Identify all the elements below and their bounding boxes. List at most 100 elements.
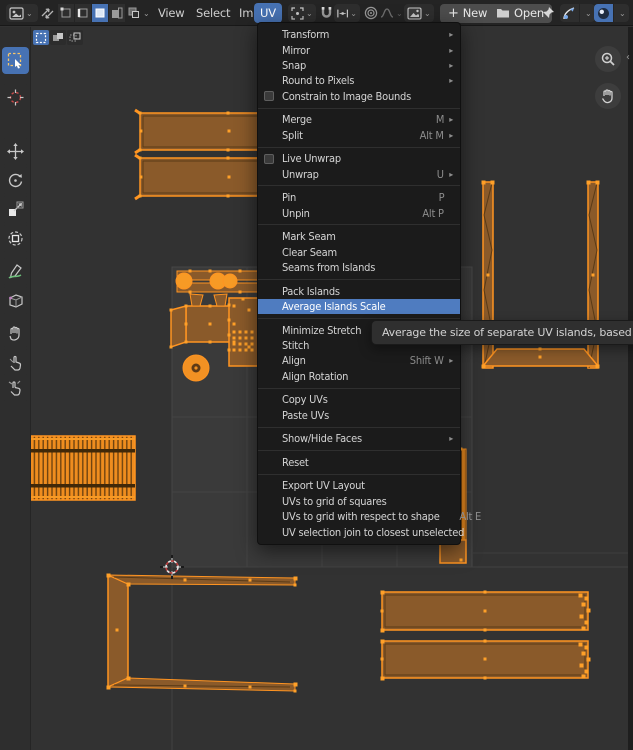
editor-type-button[interactable]: ⌄: [6, 4, 38, 22]
rotate-icon: [7, 172, 24, 189]
chevron-down-icon: ⌄: [306, 9, 313, 18]
move-tool[interactable]: [2, 138, 29, 165]
island-mode-button[interactable]: [109, 4, 125, 22]
transform-icon: [7, 230, 24, 247]
chevron-down-icon: ⌄: [396, 9, 403, 18]
proportional-icon: [364, 6, 378, 20]
pin-icon: [541, 6, 555, 20]
uv-island-striped-block[interactable]: [18, 436, 135, 500]
sync-selection-button[interactable]: [40, 3, 55, 23]
cursor-icon: [7, 89, 24, 106]
menu-item-pack-islands[interactable]: Pack Islands: [258, 283, 460, 298]
falloff-curve-icon: [380, 6, 394, 20]
grab-tool[interactable]: [2, 320, 29, 347]
uv-island-top-rect-2[interactable]: [135, 155, 268, 199]
tooltip: Average the size of separate UV islands,…: [371, 320, 633, 345]
menu-item-merge[interactable]: Merge M▸: [258, 112, 460, 127]
select-mode-new-button[interactable]: [33, 30, 49, 45]
menu-item-uv-selection-join-to-closest-unselected[interactable]: UV selection join to closest unselected: [258, 524, 460, 539]
relax-tool[interactable]: [2, 349, 29, 376]
snap-target-button[interactable]: ⌄: [334, 4, 360, 22]
menu-item-copy-uvs[interactable]: Copy UVs: [258, 392, 460, 407]
snap-target-icon: [337, 7, 348, 20]
vertex-mode-button[interactable]: [58, 4, 74, 22]
annotate-tool[interactable]: [2, 258, 29, 285]
pan-hand-icon: [600, 88, 616, 104]
menu-item-show-hide-faces[interactable]: Show/Hide Faces ▸: [258, 431, 460, 446]
select-mode-subtract-button[interactable]: [67, 30, 83, 45]
pin-image-button[interactable]: [541, 3, 555, 23]
menu-item-uvs-to-grid-of-squares[interactable]: UVs to grid of squares: [258, 494, 460, 509]
new-image-button[interactable]: + New: [440, 4, 495, 23]
edge-mode-button[interactable]: [75, 4, 91, 22]
render-slot-button[interactable]: ⌄: [560, 3, 595, 23]
rip-region-icon: [7, 292, 24, 309]
menu-item-paste-uvs[interactable]: Paste UVs: [258, 408, 460, 423]
menu-item-seams-from-islands[interactable]: Seams from Islands: [258, 260, 460, 275]
sticky-select-button[interactable]: ⌄: [127, 3, 150, 23]
scale-tool[interactable]: [2, 196, 29, 223]
cursor-tool[interactable]: [2, 84, 29, 111]
menu-item-clear-seam[interactable]: Clear Seam: [258, 244, 460, 259]
face-mode-button[interactable]: [92, 4, 108, 22]
edge-mode-icon: [77, 7, 89, 19]
menu-item-mirror[interactable]: Mirror ▸: [258, 42, 460, 57]
menu-separator: [258, 279, 460, 280]
zoom-gizmo[interactable]: [595, 46, 621, 72]
folder-icon: [496, 7, 510, 19]
menu-item-unpin[interactable]: Unpin Alt P: [258, 205, 460, 220]
chevron-down-icon: ⌄: [619, 9, 626, 18]
region-collapse-arrow[interactable]: ‹: [626, 52, 630, 63]
pinch-tool[interactable]: [2, 374, 29, 401]
chevron-down-icon: ⌄: [143, 9, 150, 18]
sticky-select-icon: [127, 6, 141, 20]
menu-item-unwrap[interactable]: Unwrap U▸: [258, 167, 460, 182]
transform-tool[interactable]: [2, 225, 29, 252]
menu-item-round-to-pixels[interactable]: Round to Pixels ▸: [258, 73, 460, 88]
select-subtract-icon: [69, 32, 81, 44]
pan-gizmo[interactable]: [595, 83, 621, 109]
pivot-point-button[interactable]: ⌄: [288, 4, 316, 22]
proportional-edit-button[interactable]: [364, 3, 378, 23]
menu-item-mark-seam[interactable]: Mark Seam: [258, 229, 460, 244]
snap-toggle-button[interactable]: [320, 3, 333, 23]
menu-select[interactable]: Select: [190, 3, 236, 23]
select-box-icon: [7, 52, 24, 69]
menu-item-live-unwrap[interactable]: Live Unwrap: [258, 151, 460, 166]
chevron-down-icon: ⌄: [26, 9, 33, 18]
uv-island-top-rect-1[interactable]: [135, 110, 268, 153]
menu-item-export-uv-layout[interactable]: Export UV Layout: [258, 478, 460, 493]
menu-item-snap[interactable]: Snap ▸: [258, 58, 460, 73]
menu-separator: [258, 474, 460, 475]
falloff-curve-button[interactable]: ⌄: [380, 3, 403, 23]
sync-selection-icon: [40, 6, 55, 21]
menu-item-align[interactable]: Align Shift W▸: [258, 353, 460, 368]
menu-separator: [258, 185, 460, 186]
menu-item-transform[interactable]: Transform ▸: [258, 27, 460, 42]
pivot-icon: [291, 7, 304, 20]
menu-item-pin[interactable]: Pin P: [258, 190, 460, 205]
plus-icon: +: [448, 6, 459, 21]
menu-uv[interactable]: UV: [254, 3, 282, 23]
chevron-down-icon: ⌄: [350, 9, 357, 18]
rotate-tool[interactable]: [2, 167, 29, 194]
menu-item-uvs-to-grid-with-respect-to-shape[interactable]: UVs to grid with respect to shape Alt E: [258, 509, 460, 524]
image-browse-button[interactable]: ⌄: [404, 4, 434, 22]
select-mode-options: [33, 30, 83, 45]
vertex-mode-icon: [60, 7, 72, 19]
tooltip-text: Average the size of separate UV islands,…: [382, 326, 633, 339]
display-channel-icon: [596, 6, 611, 21]
menu-item-average-islands-scale[interactable]: Average Islands Scale: [258, 299, 460, 314]
menu-item-reset[interactable]: Reset: [258, 455, 460, 470]
menu-item-split[interactable]: Split Alt M▸: [258, 128, 460, 143]
menu-separator: [258, 450, 460, 451]
menu-item-constrain-to-image-bounds[interactable]: Constrain to Image Bounds: [258, 89, 460, 104]
select-box-tool[interactable]: [2, 47, 29, 74]
menu-item-align-rotation[interactable]: Align Rotation: [258, 369, 460, 384]
rip-region-tool[interactable]: [2, 287, 29, 314]
menu-separator: [258, 388, 460, 389]
menu-view[interactable]: View: [152, 3, 191, 23]
select-mode-extend-button[interactable]: [50, 30, 66, 45]
display-channel-button[interactable]: ⌄: [594, 3, 629, 23]
render-slot-icon: [562, 6, 577, 21]
